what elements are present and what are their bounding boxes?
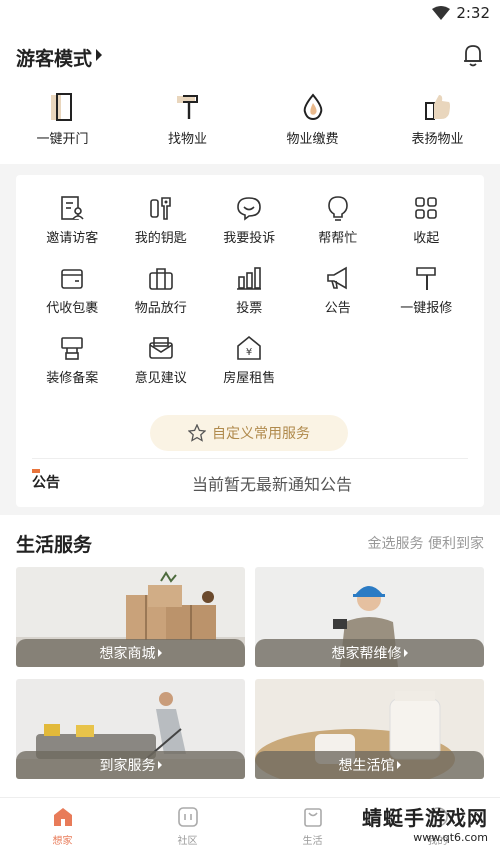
service-help[interactable]: 帮帮忙 bbox=[294, 195, 383, 265]
tile-label: 想家帮维修 bbox=[331, 646, 402, 662]
shopping-bag-icon bbox=[303, 808, 322, 827]
tile-home-service[interactable]: 到家服务 bbox=[16, 679, 245, 779]
divider bbox=[32, 458, 468, 459]
service-label: 公告 bbox=[324, 301, 351, 316]
service-label: 邀请访客 bbox=[46, 231, 99, 246]
service-renovation[interactable]: 装修备案 bbox=[28, 335, 117, 405]
tile-label: 想生活馆 bbox=[338, 758, 395, 774]
tile-label-bar: 想家帮维修 bbox=[255, 639, 484, 667]
svg-text:¥: ¥ bbox=[246, 347, 252, 358]
service-my-keys[interactable]: 我的钥匙 bbox=[117, 195, 206, 265]
property-payment-button[interactable]: 物业缴费 bbox=[250, 92, 375, 162]
service-label: 收起 bbox=[413, 231, 440, 246]
tile-label: 到家服务 bbox=[99, 758, 156, 774]
caret-right-icon bbox=[157, 761, 162, 769]
service-label: 帮帮忙 bbox=[318, 231, 358, 246]
tab-label: 生活 bbox=[302, 836, 323, 847]
tab-home[interactable]: 想家 bbox=[0, 798, 125, 850]
key-icon bbox=[149, 197, 171, 220]
service-label: 我要投诉 bbox=[223, 231, 276, 246]
find-property-label: 找物业 bbox=[167, 132, 207, 147]
service-label: 意见建议 bbox=[134, 371, 187, 386]
life-services-title: 生活服务 bbox=[16, 534, 93, 556]
services-grid: 邀请访客 我的钥匙 我要投诉 帮帮忙 收起 代收包裹 物品放行 投票 公告 一键… bbox=[16, 195, 484, 405]
bell-icon[interactable] bbox=[462, 43, 484, 67]
notice-tag: 公告 bbox=[32, 475, 60, 491]
wifi-icon bbox=[432, 6, 450, 20]
tab-label: 想家 bbox=[52, 836, 73, 847]
door-icon bbox=[50, 93, 72, 121]
star-icon bbox=[188, 424, 206, 442]
hammer-icon bbox=[176, 95, 198, 119]
property-payment-label: 物业缴费 bbox=[286, 132, 339, 147]
home-icon bbox=[53, 808, 72, 826]
top-actions: 一键开门 找物业 物业缴费 表扬物业 bbox=[0, 92, 500, 162]
status-time: 2:32 bbox=[456, 4, 490, 22]
service-label: 一键报修 bbox=[400, 301, 453, 316]
service-collapse[interactable]: 收起 bbox=[382, 195, 471, 265]
custom-services-label: 自定义常用服务 bbox=[212, 426, 310, 442]
service-repair[interactable]: 一键报修 bbox=[382, 265, 471, 335]
service-label: 代收包裹 bbox=[46, 301, 99, 316]
life-services-subtitle: 金选服务 便利到家 bbox=[367, 536, 484, 552]
tile-label-bar: 想生活馆 bbox=[255, 751, 484, 779]
open-door-button[interactable]: 一键开门 bbox=[0, 92, 125, 162]
community-icon bbox=[177, 807, 198, 827]
chat-bubble-icon bbox=[237, 197, 262, 221]
service-invite-visitor[interactable]: 邀请访客 bbox=[28, 195, 117, 265]
megaphone-icon bbox=[326, 266, 347, 290]
tile-label: 想家商城 bbox=[99, 646, 156, 662]
bar-chart-icon bbox=[237, 267, 262, 290]
paint-brush-icon bbox=[61, 337, 84, 360]
header: 游客模式 一键开门 找物业 物业缴费 表扬物业 bbox=[0, 28, 500, 164]
service-label: 装修备案 bbox=[46, 371, 99, 386]
service-complaint[interactable]: 我要投诉 bbox=[205, 195, 294, 265]
guest-mode-title[interactable]: 游客模式 bbox=[16, 44, 92, 71]
service-label: 物品放行 bbox=[134, 301, 187, 316]
house-yuan-icon: ¥ bbox=[237, 335, 262, 360]
find-property-button[interactable]: 找物业 bbox=[125, 92, 250, 162]
life-services-section: 生活服务 金选服务 便利到家 想家商城 想家帮维修 到家服务 想生活馆 bbox=[0, 515, 500, 797]
tile-label-bar: 想家商城 bbox=[16, 639, 245, 667]
service-label: 投票 bbox=[236, 301, 263, 316]
caret-right-icon bbox=[157, 649, 162, 657]
lightbulb-icon bbox=[327, 196, 348, 221]
tab-label: 社区 bbox=[177, 836, 198, 847]
service-vote[interactable]: 投票 bbox=[205, 265, 294, 335]
service-announcement[interactable]: 公告 bbox=[294, 265, 383, 335]
tile-repair[interactable]: 想家帮维修 bbox=[255, 567, 484, 667]
status-bar: 2:32 bbox=[0, 0, 500, 28]
service-feedback[interactable]: 意见建议 bbox=[117, 335, 206, 405]
caret-right-icon bbox=[396, 761, 401, 769]
bag-icon bbox=[148, 268, 173, 290]
thumbs-up-icon bbox=[424, 95, 450, 120]
service-house-rental[interactable]: ¥ 房屋租售 bbox=[205, 335, 294, 405]
service-parcel[interactable]: 代收包裹 bbox=[28, 265, 117, 335]
visitor-icon bbox=[61, 196, 84, 220]
service-label: 我的钥匙 bbox=[134, 231, 187, 246]
notice-text[interactable]: 当前暂无最新通知公告 bbox=[192, 471, 352, 495]
watermark: 蜻蜓手游戏网 www.qt6.com bbox=[338, 802, 488, 846]
watermark-url: www.qt6.com bbox=[413, 831, 488, 844]
custom-services-button[interactable]: 自定义常用服务 bbox=[150, 415, 348, 451]
tile-mall[interactable]: 想家商城 bbox=[16, 567, 245, 667]
praise-property-button[interactable]: 表扬物业 bbox=[375, 92, 500, 162]
caret-right-icon bbox=[403, 649, 408, 657]
grid-icon bbox=[415, 197, 438, 219]
parcel-icon bbox=[61, 269, 84, 289]
watermark-title: 蜻蜓手游戏网 bbox=[362, 806, 488, 830]
tile-label-bar: 到家服务 bbox=[16, 751, 245, 779]
caret-right-icon[interactable] bbox=[96, 49, 102, 61]
mailbox-icon bbox=[148, 337, 173, 359]
repair-hammer-icon bbox=[416, 267, 437, 290]
service-item-release[interactable]: 物品放行 bbox=[117, 265, 206, 335]
tab-community[interactable]: 社区 bbox=[125, 798, 250, 850]
service-label: 房屋租售 bbox=[223, 371, 276, 386]
open-door-label: 一键开门 bbox=[36, 132, 89, 147]
water-drop-icon bbox=[303, 93, 322, 121]
praise-property-label: 表扬物业 bbox=[411, 132, 464, 147]
services-card: 邀请访客 我的钥匙 我要投诉 帮帮忙 收起 代收包裹 物品放行 投票 公告 一键… bbox=[16, 175, 484, 507]
tile-life-store[interactable]: 想生活馆 bbox=[255, 679, 484, 779]
